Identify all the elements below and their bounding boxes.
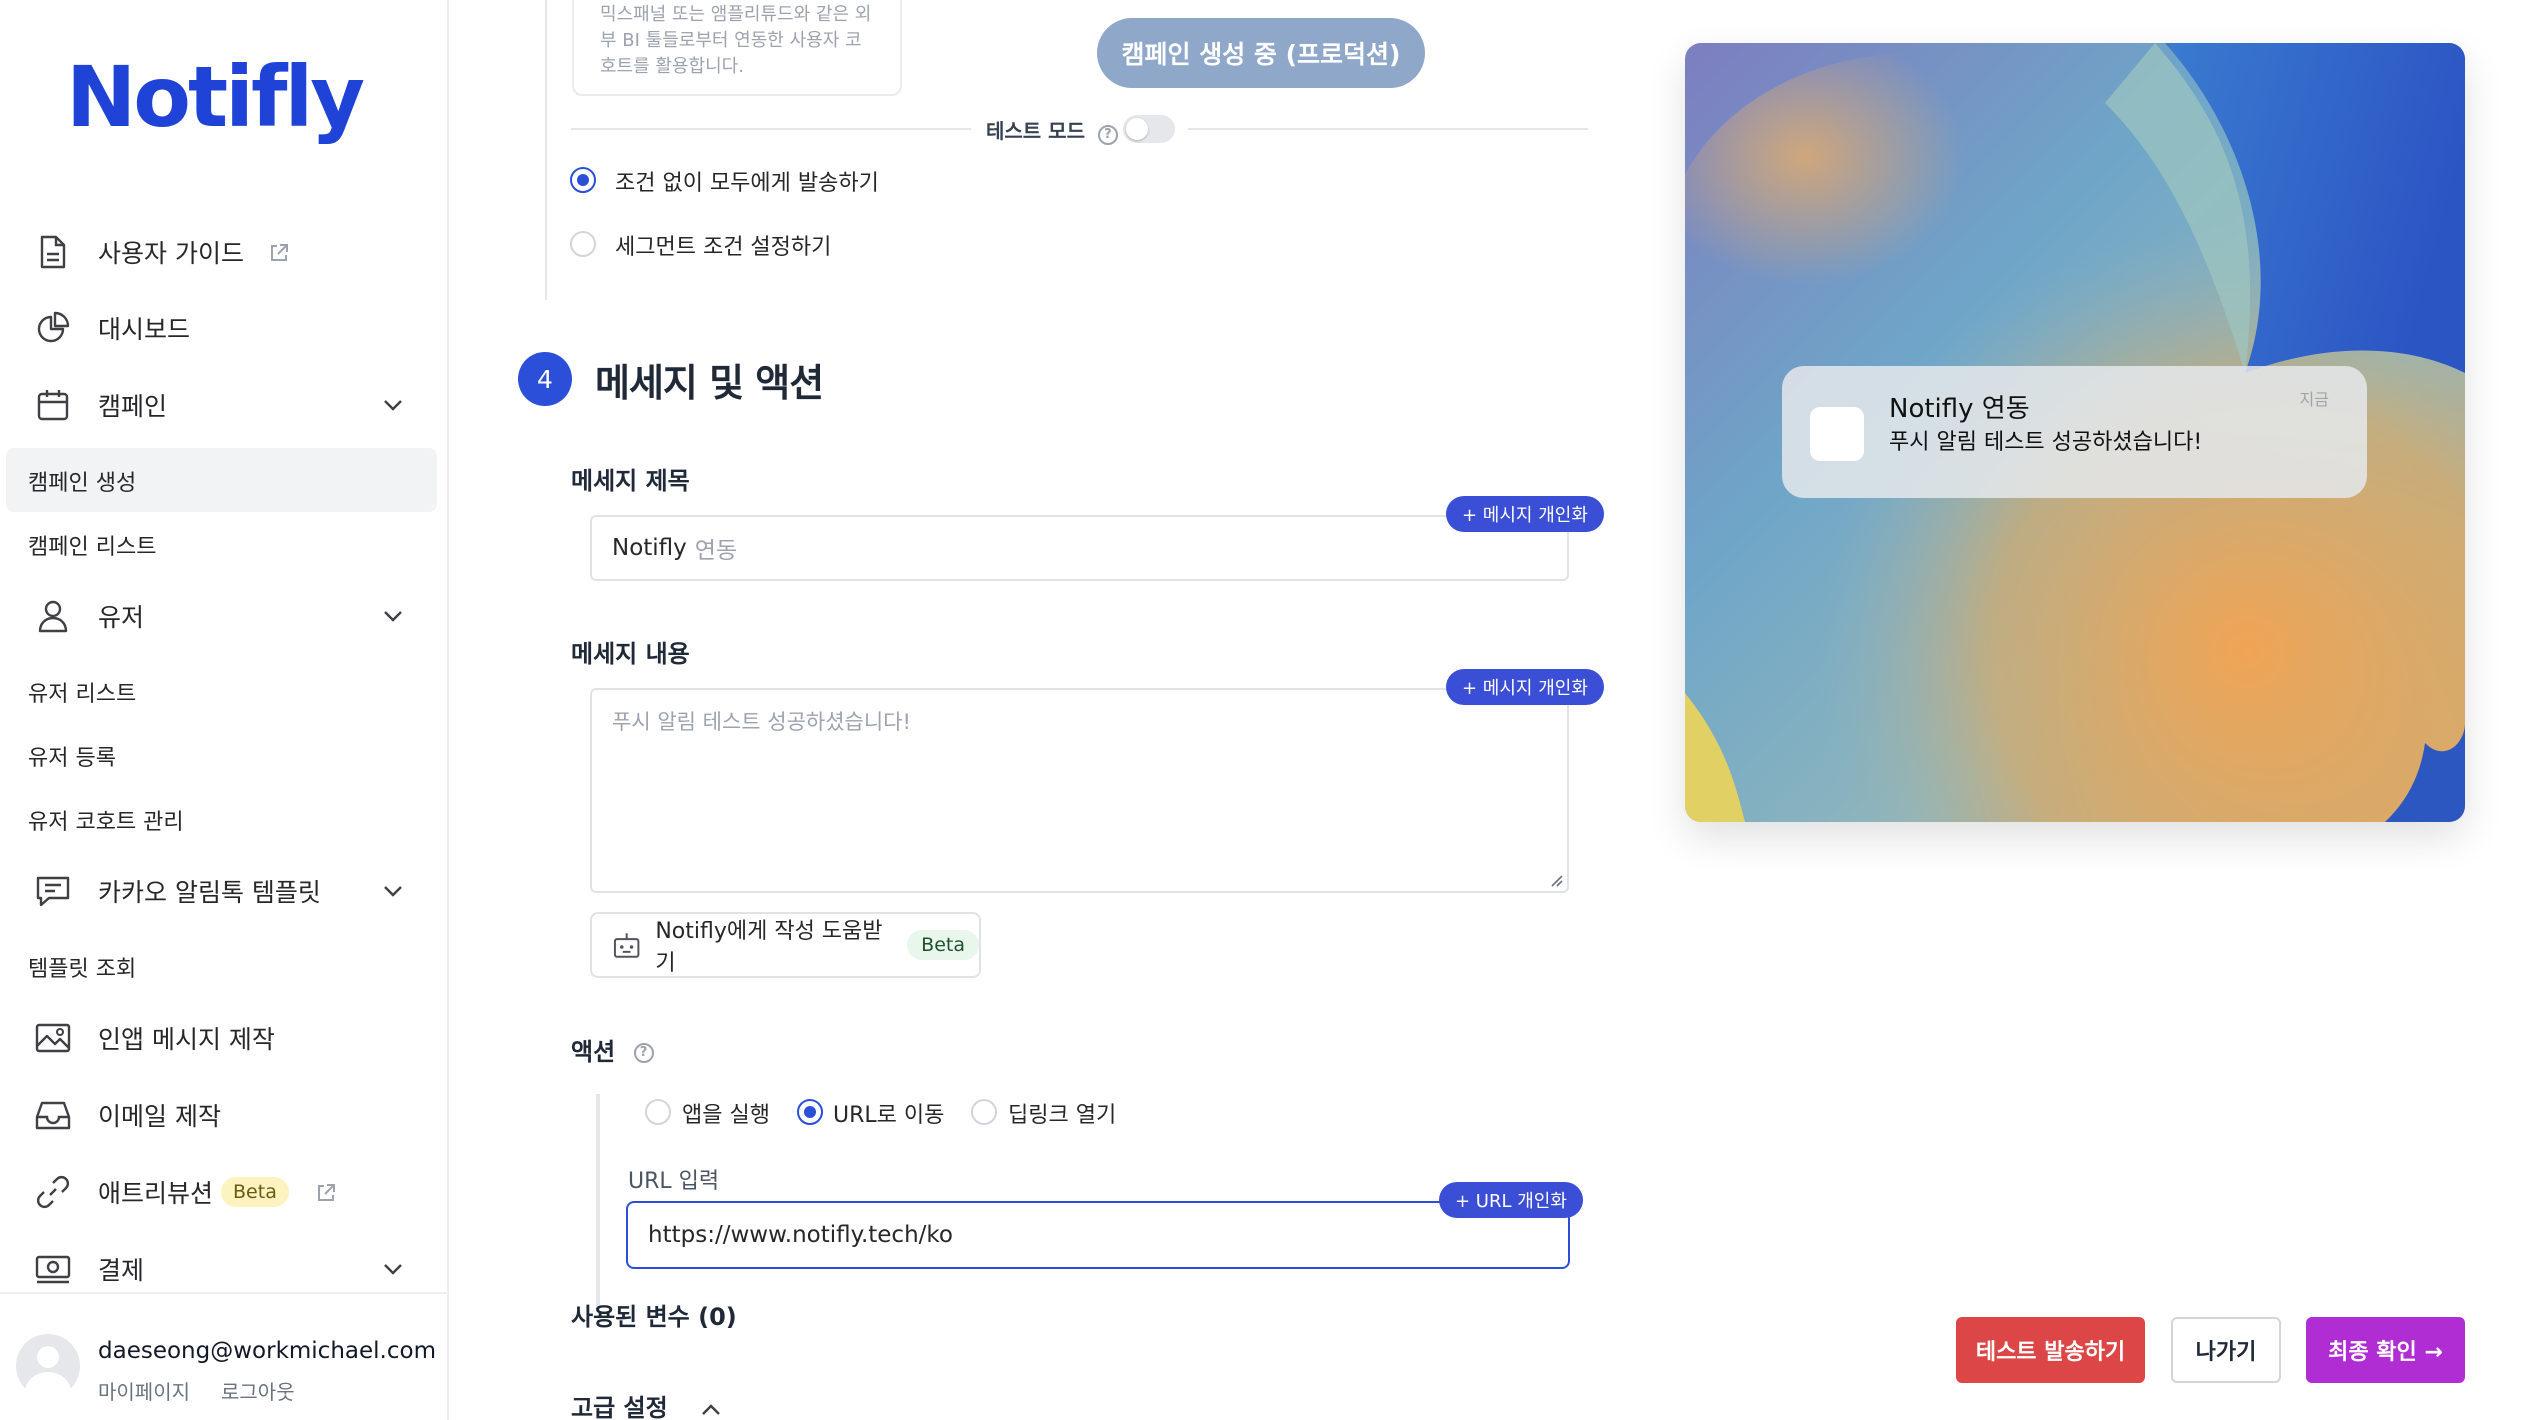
sidebar-item-campaign[interactable]: 캠페인: [18, 373, 423, 437]
radio-go-url-label: URL로 이동: [833, 1103, 945, 1128]
ai-writing-help-button[interactable]: Notifly에게 작성 도움받기 Beta: [590, 912, 981, 978]
user-icon: [18, 584, 88, 648]
radio-segment[interactable]: [570, 231, 596, 257]
radio-open-app[interactable]: [645, 1099, 671, 1125]
beta-badge: Beta: [907, 930, 979, 960]
test-mode-label: 테스트 모드 ?: [986, 115, 1118, 145]
sidebar-item-kakao-template[interactable]: 카카오 알림톡 템플릿: [18, 859, 423, 923]
help-icon[interactable]: ?: [633, 1043, 654, 1063]
message-title-input[interactable]: Notifly 연동: [590, 515, 1569, 581]
chevron-down-icon: [384, 1264, 402, 1275]
sidebar-item-label: 애트리뷰션: [98, 1179, 214, 1208]
sidebar-item-user-cohort[interactable]: 유저 코호트 관리: [28, 804, 184, 836]
advanced-settings-toggle[interactable]: 고급 설정: [571, 1388, 722, 1420]
message-title-label: 메세지 제목: [571, 467, 690, 495]
radio-open-app-label: 앱을 실행: [682, 1103, 770, 1128]
external-link-icon: [315, 1181, 337, 1203]
test-send-button[interactable]: 테스트 발송하기: [1956, 1317, 2145, 1383]
sidebar-item-user-list[interactable]: 유저 리스트: [28, 676, 136, 708]
external-link-icon: [268, 241, 290, 263]
inbox-icon: [18, 1083, 88, 1147]
document-icon: [18, 220, 88, 284]
link-icon: [18, 1160, 88, 1224]
sidebar-item-template-view[interactable]: 템플릿 조회: [28, 951, 136, 983]
sidebar-item-label: 유저: [98, 603, 145, 632]
app-icon: [1810, 407, 1864, 461]
url-value: https://www.notifly.tech/ko: [648, 1222, 953, 1248]
sidebar-divider: [0, 1292, 449, 1294]
radio-deeplink[interactable]: [971, 1099, 997, 1125]
title-personalize-button[interactable]: + 메시지 개인화: [1446, 496, 1604, 532]
toggle-knob: [1126, 118, 1148, 140]
chevron-down-icon: [384, 886, 402, 897]
mypage-link[interactable]: 마이페이지: [98, 1376, 190, 1405]
url-personalize-button[interactable]: + URL 개인화: [1439, 1182, 1583, 1218]
radio-go-url[interactable]: [797, 1099, 823, 1125]
divider: [571, 128, 971, 130]
sidebar-item-label: 이메일 제작: [98, 1102, 221, 1131]
radio-send-all-label: 조건 없이 모두에게 발송하기: [615, 171, 879, 196]
sidebar-item-email[interactable]: 이메일 제작: [18, 1083, 423, 1147]
resize-handle-icon[interactable]: [1547, 871, 1563, 887]
sidebar-item-campaign-list[interactable]: 캠페인 리스트: [28, 529, 156, 561]
sidebar-item-label: 인앱 메시지 제작: [98, 1025, 275, 1054]
action-indent-bar: [596, 1094, 600, 1312]
used-variables-label: 사용된 변수 (0): [571, 1303, 737, 1331]
message-body-label: 메세지 내용: [571, 640, 690, 668]
radio-segment-label: 세그먼트 조건 설정하기: [615, 235, 832, 260]
radio-send-all[interactable]: [570, 167, 596, 193]
action-label: 액션 ?: [571, 1032, 654, 1067]
exit-button[interactable]: 나가기: [2171, 1317, 2281, 1383]
push-notification-card: Notifly 연동 푸시 알림 테스트 성공하셨습니다! 지금: [1782, 366, 2367, 498]
calendar-icon: [18, 373, 88, 437]
url-input[interactable]: https://www.notifly.tech/ko: [626, 1201, 1570, 1269]
ai-help-label: Notifly에게 작성 도움받기: [655, 919, 883, 976]
external-cohort-card[interactable]: 믹스패널 또는 앰플리튜드와 같은 외부 BI 툴들로부터 연동한 사용자 코호…: [572, 0, 902, 96]
divider: [1188, 128, 1588, 130]
sidebar-item-campaign-create[interactable]: 캠페인 생성: [28, 465, 136, 497]
test-mode-toggle[interactable]: [1123, 115, 1175, 143]
sidebar-item-user[interactable]: 유저: [18, 584, 423, 648]
sidebar: Notifly 사용자 가이드 대시보드 캠페인 캠페인 생성 캠페인 리스트 …: [0, 0, 449, 1420]
message-body-textarea[interactable]: 푸시 알림 테스트 성공하셨습니다!: [590, 688, 1569, 893]
beta-badge: Beta: [221, 1177, 289, 1207]
body-placeholder: 푸시 알림 테스트 성공하셨습니다!: [612, 710, 911, 734]
step-connector-line: [545, 0, 547, 300]
notifly-logo[interactable]: Notifly: [66, 48, 365, 146]
chevron-down-icon: [384, 611, 402, 622]
sidebar-item-user-register[interactable]: 유저 등록: [28, 740, 116, 772]
sidebar-item-label: 캠페인: [98, 392, 168, 421]
help-icon[interactable]: ?: [1097, 125, 1118, 145]
logout-link[interactable]: 로그아웃: [221, 1376, 295, 1405]
sidebar-item-inapp[interactable]: 인앱 메시지 제작: [18, 1006, 423, 1070]
campaign-creating-button[interactable]: 캠페인 생성 중 (프로덕션): [1097, 18, 1425, 88]
sidebar-item-user-guide[interactable]: 사용자 가이드: [18, 220, 423, 284]
url-input-label: URL 입력: [628, 1169, 720, 1194]
chat-bubble-icon: [18, 859, 88, 923]
title-placeholder: 연동: [694, 538, 738, 564]
image-icon: [18, 1006, 88, 1070]
sidebar-item-dashboard[interactable]: 대시보드: [18, 296, 423, 360]
user-email: daeseong@workmichael.com: [98, 1338, 436, 1364]
step-number-badge: 4: [518, 352, 572, 406]
radio-deeplink-label: 딥링크 열기: [1008, 1103, 1117, 1128]
section-title: 메세지 및 액션: [595, 361, 824, 405]
final-confirm-button[interactable]: 최종 확인 →: [2306, 1317, 2465, 1383]
sidebar-item-label: 카카오 알림톡 템플릿: [98, 878, 321, 907]
sidebar-item-attribution[interactable]: 애트리뷰션 Beta: [18, 1160, 423, 1224]
robot-icon: [613, 933, 640, 958]
title-value: Notifly: [612, 535, 687, 561]
sidebar-item-label: 대시보드: [98, 315, 191, 344]
cohort-description: 믹스패널 또는 앰플리튜드와 같은 외부 BI 툴들로부터 연동한 사용자 코호…: [600, 4, 872, 77]
notification-time: 지금: [2299, 390, 2329, 409]
pie-chart-icon: [18, 296, 88, 360]
avatar[interactable]: [16, 1334, 80, 1398]
chevron-down-icon: [384, 400, 402, 411]
notification-title: Notifly 연동: [1889, 394, 2030, 424]
sidebar-item-label: 결제: [98, 1256, 145, 1285]
sidebar-item-label: 사용자 가이드: [98, 239, 244, 268]
body-personalize-button[interactable]: + 메시지 개인화: [1446, 669, 1604, 705]
chevron-up-icon: [702, 1404, 720, 1415]
notification-body: 푸시 알림 테스트 성공하셨습니다!: [1889, 430, 2203, 455]
